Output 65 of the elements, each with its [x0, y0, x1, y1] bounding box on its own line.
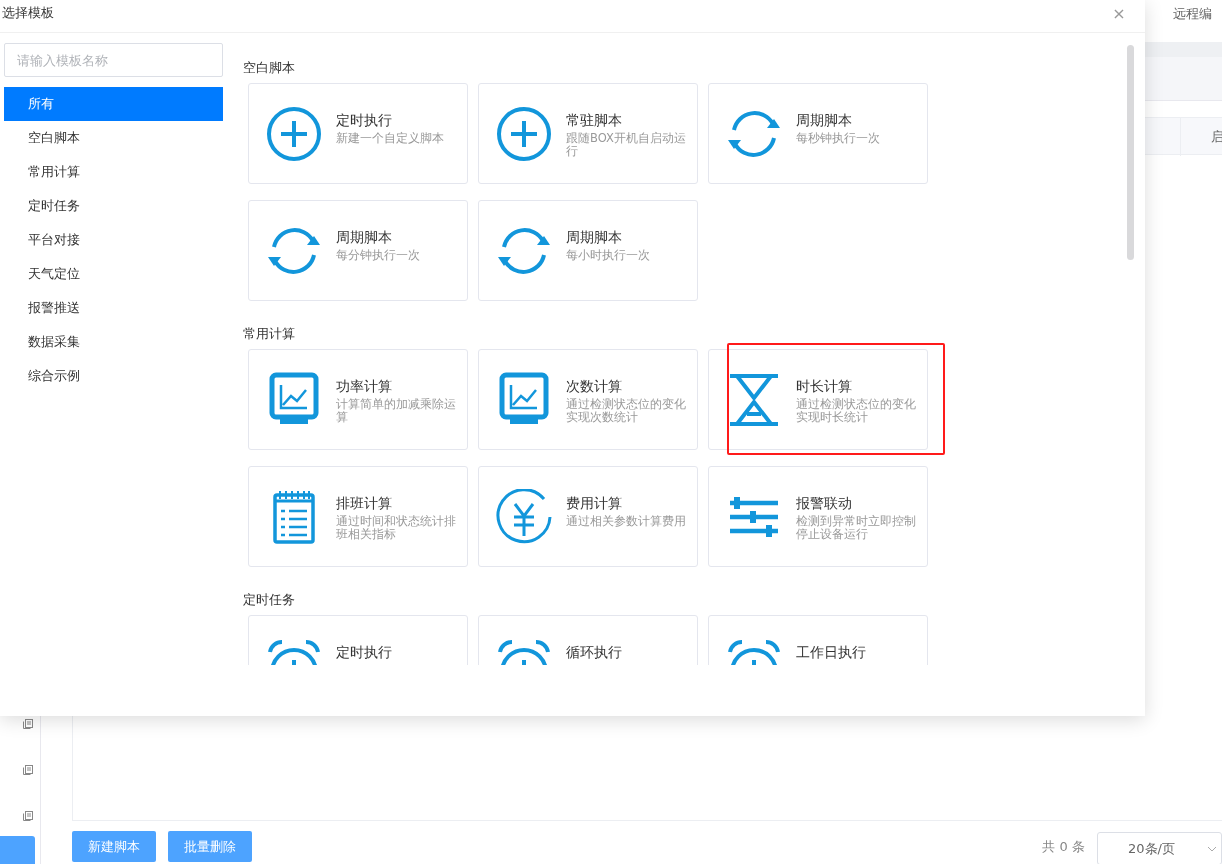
template-title: 次数计算: [566, 377, 623, 395]
template-card[interactable]: 费用计算 通过相关参数计算费用: [478, 466, 698, 567]
template-description: 计算简单的加减乘除运算: [336, 398, 457, 424]
category-item[interactable]: 所有: [4, 87, 223, 121]
template-title: 时长计算: [796, 377, 853, 395]
template-card[interactable]: 周期脚本 每秒钟执行一次: [708, 83, 928, 184]
template-title: 周期脚本: [566, 228, 623, 246]
plus-circle-icon: [266, 106, 322, 162]
total-count: 共 0 条: [1042, 837, 1085, 856]
copy-icon[interactable]: [22, 810, 34, 822]
template-description: 通过时间和状态统计排班相关指标: [336, 515, 457, 541]
template-card[interactable]: 功率计算 计算简单的加减乘除运算: [248, 349, 468, 450]
template-description: 每小时执行一次: [566, 249, 650, 262]
template-description: 新建一个自定义脚本: [336, 132, 444, 145]
template-card[interactable]: 次数计算 通过检测状态位的变化实现次数统计: [478, 349, 698, 450]
template-card[interactable]: 定时执行: [248, 615, 468, 665]
template-title: 功率计算: [336, 377, 393, 395]
template-description: 通过检测状态位的变化实现时长统计: [796, 398, 917, 424]
template-title: 周期脚本: [336, 228, 393, 246]
template-card[interactable]: 周期脚本 每小时执行一次: [478, 200, 698, 301]
section-heading: 定时任务: [242, 591, 296, 609]
copy-icon[interactable]: [22, 764, 34, 776]
template-title: 循环执行: [566, 643, 622, 661]
template-card[interactable]: 循环执行: [478, 615, 698, 665]
template-card[interactable]: 常驻脚本 跟随BOX开机自启动运行: [478, 83, 698, 184]
template-title: 定时执行: [336, 111, 393, 129]
template-title: 排班计算: [336, 494, 393, 512]
template-title: 费用计算: [566, 494, 623, 512]
template-description: 每分钟执行一次: [336, 249, 420, 262]
template-card[interactable]: 排班计算 通过时间和状态统计排班相关指标: [248, 466, 468, 567]
template-card[interactable]: 报警联动 检测到异常时立即控制停止设备运行: [708, 466, 928, 567]
scrollbar-thumb[interactable]: [1127, 45, 1134, 260]
search-field[interactable]: 请输入模板名称: [4, 43, 223, 77]
section-heading: 常用计算: [242, 325, 296, 343]
category-item[interactable]: 空白脚本: [4, 121, 223, 155]
category-item[interactable]: 数据采集: [4, 325, 223, 359]
page-size-select[interactable]: 20条/页: [1097, 832, 1222, 864]
template-card[interactable]: 周期脚本 每分钟执行一次: [248, 200, 468, 301]
dialog-title: 选择模板: [2, 4, 54, 22]
yen-circle-icon: [496, 489, 552, 545]
category-item[interactable]: 天气定位: [4, 257, 223, 291]
category-item[interactable]: 综合示例: [4, 359, 223, 393]
category-item[interactable]: 定时任务: [4, 189, 223, 223]
template-description: 检测到异常时立即控制停止设备运行: [796, 515, 917, 541]
template-description: 跟随BOX开机自启动运行: [566, 132, 687, 158]
template-title: 报警联动: [796, 494, 853, 512]
category-item[interactable]: 常用计算: [4, 155, 223, 189]
template-card[interactable]: 工作日执行: [708, 615, 928, 665]
plus-circle-icon: [496, 106, 552, 162]
template-description: 通过相关参数计算费用: [566, 515, 686, 528]
template-title: 常驻脚本: [566, 111, 623, 129]
column-header: 启: [1180, 118, 1222, 156]
template-title: 周期脚本: [796, 111, 853, 129]
caret-icon: [1207, 845, 1217, 852]
section-heading: 空白脚本: [242, 59, 296, 77]
template-description: 每秒钟执行一次: [796, 132, 880, 145]
template-description: 通过检测状态位的变化实现次数统计: [566, 398, 687, 424]
category-item[interactable]: 平台对接: [4, 223, 223, 257]
template-card[interactable]: 定时执行 新建一个自定义脚本: [248, 83, 468, 184]
copy-icon[interactable]: [22, 718, 34, 730]
tab-label[interactable]: 远程编: [1173, 4, 1212, 24]
category-item[interactable]: 报警推送: [4, 291, 223, 325]
template-card[interactable]: 时长计算 通过检测状态位的变化实现时长统计: [708, 349, 928, 450]
template-title: 定时执行: [336, 643, 392, 661]
template-title: 工作日执行: [796, 643, 866, 661]
